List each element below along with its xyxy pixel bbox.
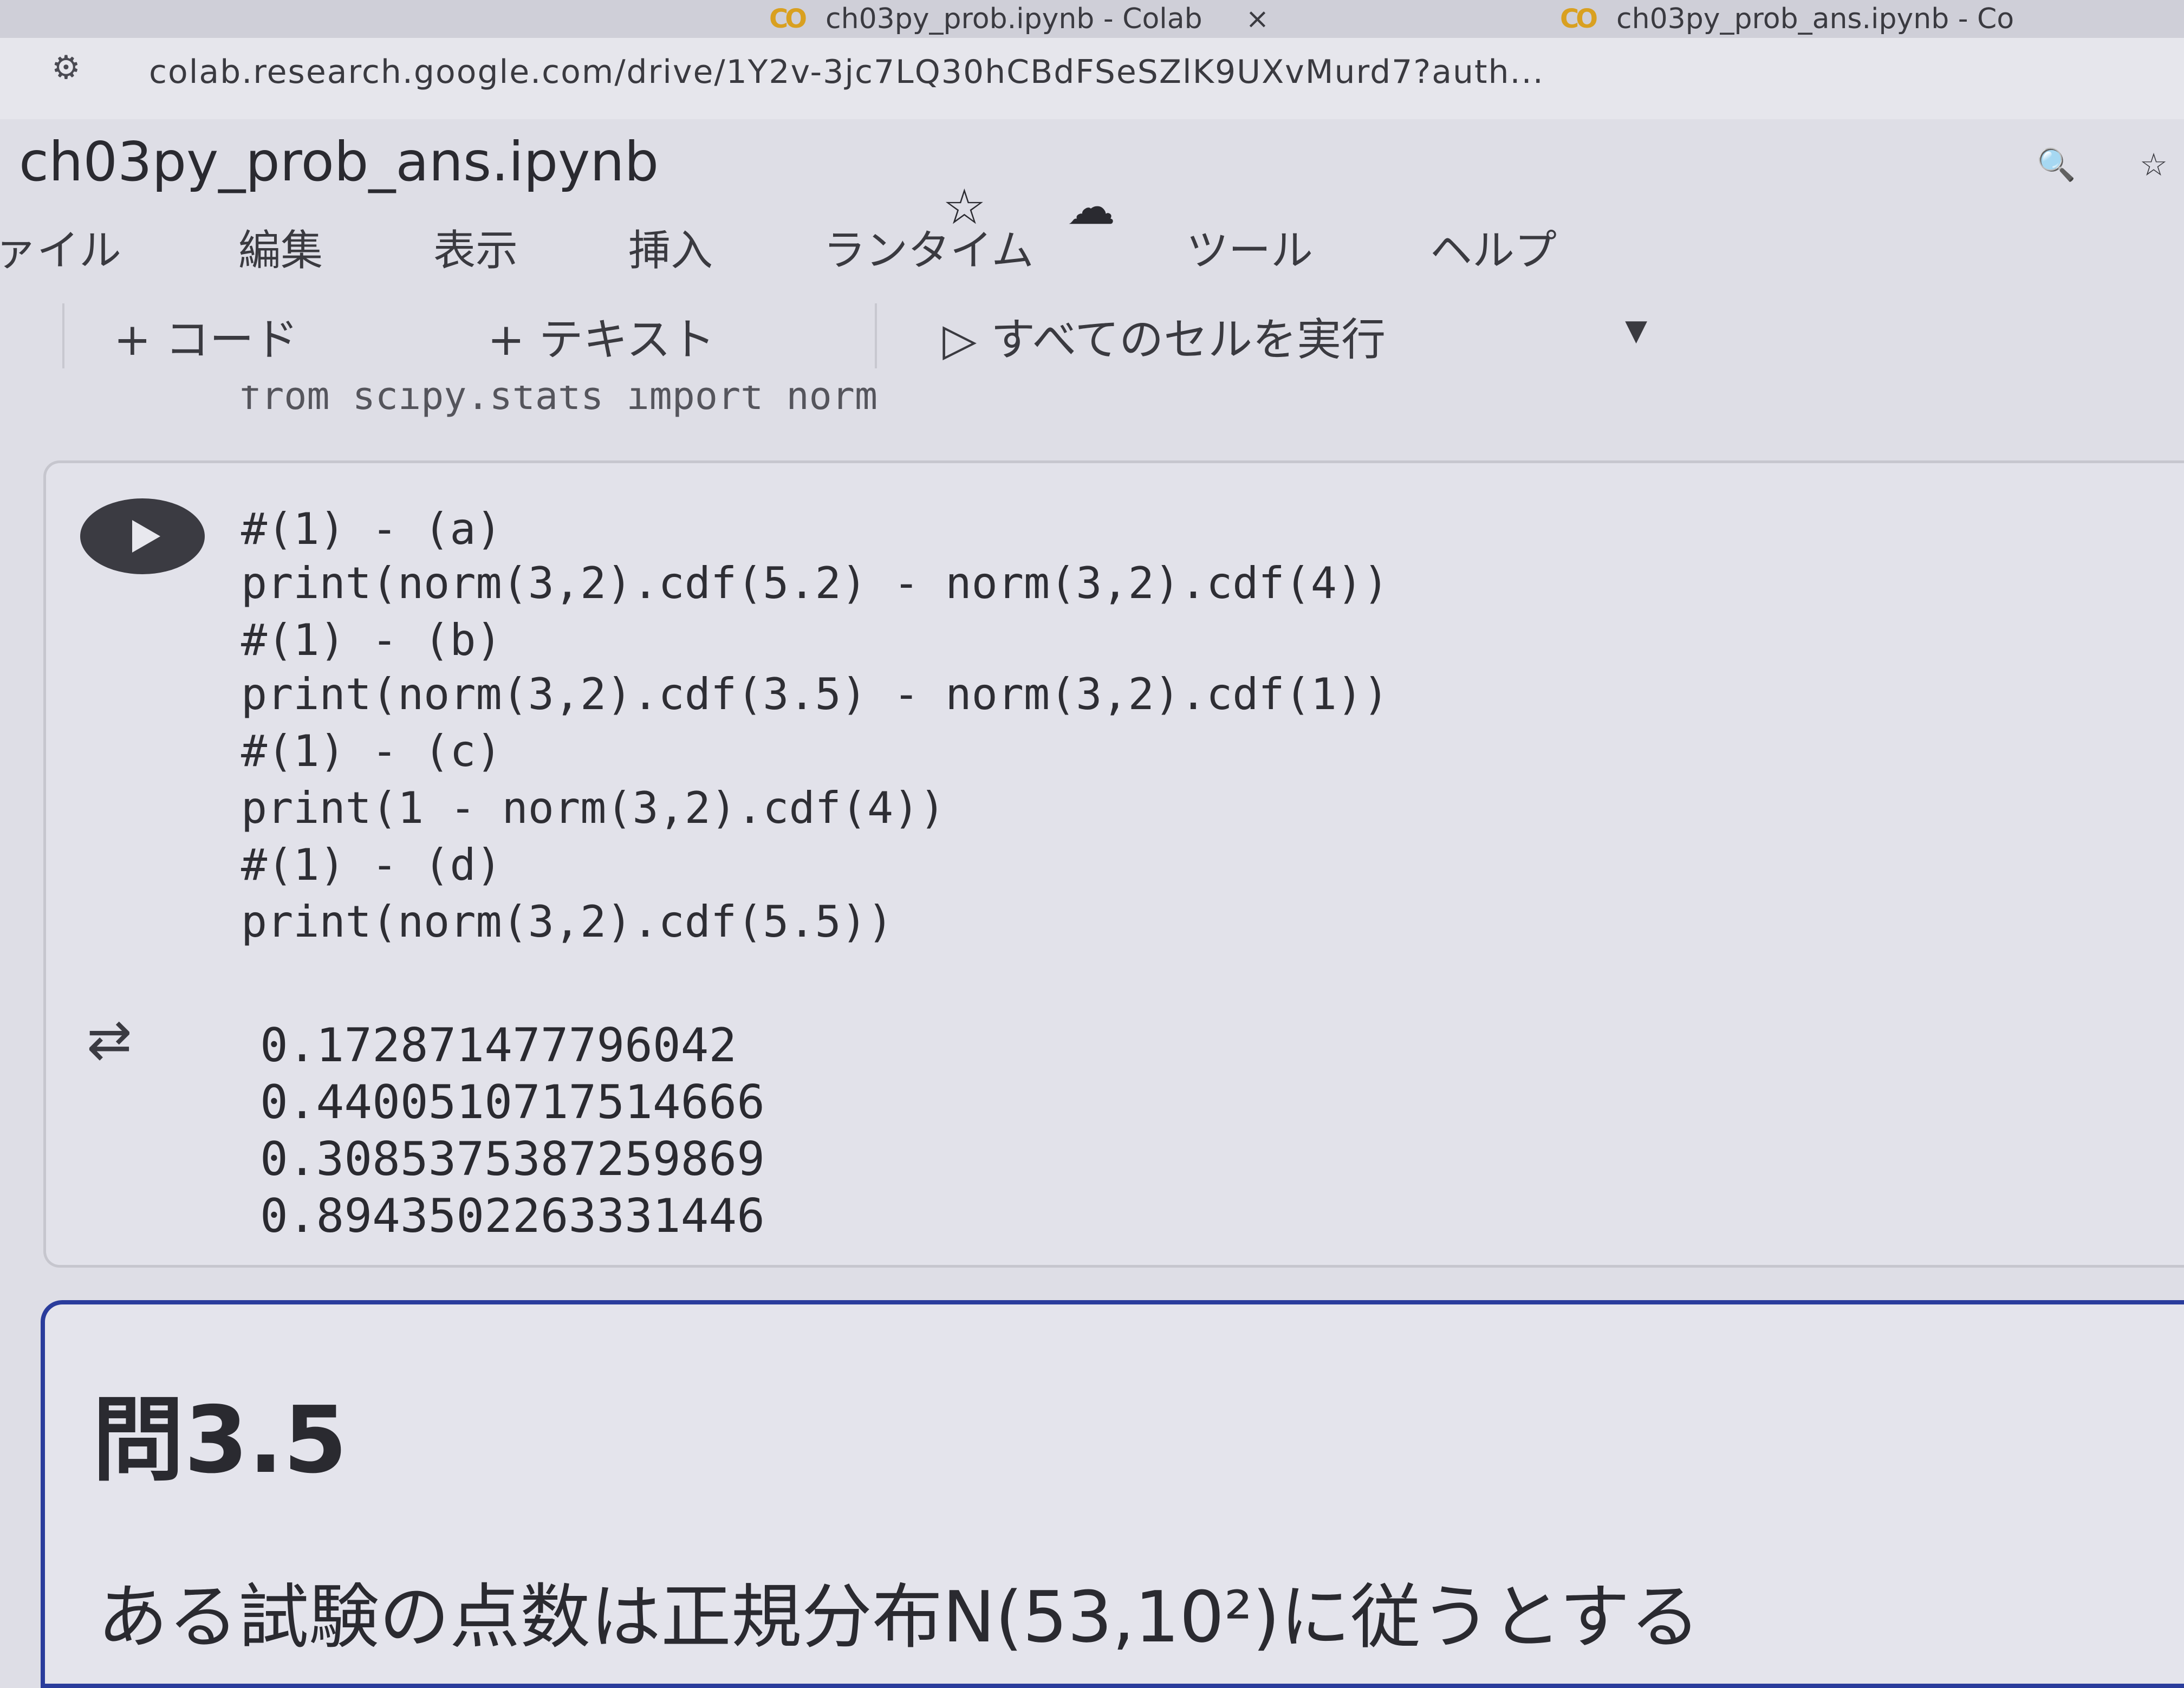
bookmark-star-icon[interactable]: ☆ [2140, 146, 2168, 183]
add-text-button[interactable]: + テキスト [487, 303, 715, 368]
notebook-title[interactable]: ch03py_prob_ans.ipynb [19, 130, 659, 193]
zoom-icon[interactable]: 🔍 [2037, 146, 2076, 184]
code-line: print(norm(3,2).cdf(3.5) - norm(3,2).cdf… [241, 669, 1389, 719]
menu-help[interactable]: ヘルプ [1430, 217, 1557, 277]
notebook-toolbar: + コード + テキスト ▷ すべてのセルを実行 ▾ [0, 303, 2184, 385]
tab-title: ch03py_prob.ipynb - Colab [826, 3, 1202, 35]
run-cell-button[interactable] [80, 498, 205, 574]
text-cell-heading: 問3.5 [92, 1387, 348, 1494]
address-bar[interactable]: ⚙ colab.research.google.com/drive/1Y2v-3… [0, 38, 2184, 119]
code-line: print(1 - norm(3,2).cdf(4)) [241, 783, 946, 833]
url-text[interactable]: colab.research.google.com/drive/1Y2v-3jc… [149, 53, 1544, 91]
site-settings-icon[interactable]: ⚙ [51, 49, 81, 87]
close-tab-icon[interactable]: × [1246, 3, 1270, 35]
code-line: #(1) - (d) [241, 840, 502, 890]
menu-file[interactable]: ァイル [0, 217, 121, 277]
menu-edit[interactable]: 編集 [238, 217, 323, 277]
code-line: #(1) - (a) [241, 504, 502, 554]
output-line: 0.3085375387259869 [260, 1132, 765, 1186]
menu-view[interactable]: 表示 [433, 217, 518, 277]
code-line: print(norm(3,2).cdf(5.5)) [241, 897, 894, 947]
tab-title: ch03py_prob_ans.ipynb - Co [1616, 3, 2014, 35]
code-line: print(norm(3,2).cdf(5.2) - norm(3,2).cdf… [241, 558, 1389, 608]
output-line: 0.4400510717514666 [260, 1075, 765, 1129]
tab-prob-ans[interactable]: CO ch03py_prob_ans.ipynb - Co [1560, 0, 2014, 38]
colab-logo-icon: CO [1560, 4, 1598, 34]
output-line: 0.8943502263331446 [260, 1189, 765, 1243]
add-code-button[interactable]: + コード [114, 303, 298, 368]
run-all-button[interactable]: ▷ すべてのセルを実行 [942, 303, 1386, 368]
browser-tab-strip: CO ch03py_prob.ipynb - Colab × CO ch03py… [0, 0, 2184, 38]
text-cell-paragraph: ある試験の点数は正規分布N(53,10²)に従うとする [98, 1576, 1701, 1658]
menu-tools[interactable]: ツール [1186, 217, 1313, 277]
output-line: 0.172871477796042 [260, 1018, 737, 1073]
code-line: #(1) - (c) [241, 726, 502, 776]
colab-logo-icon: CO [769, 4, 807, 34]
code-line: #(1) - (b) [241, 615, 502, 665]
toolbar-divider [875, 303, 877, 368]
tab-prob[interactable]: CO ch03py_prob.ipynb - Colab × [769, 0, 1269, 38]
run-all-dropdown-icon[interactable]: ▾ [1625, 303, 1647, 355]
menu-runtime[interactable]: ランタイム [823, 217, 1034, 277]
cloud-icon[interactable]: ☁ [1067, 179, 1115, 236]
menu-insert[interactable]: 挿入 [628, 217, 713, 277]
toolbar-divider [62, 303, 64, 368]
output-actions-icon[interactable]: ⇄ [87, 1008, 132, 1071]
play-icon [132, 520, 160, 553]
